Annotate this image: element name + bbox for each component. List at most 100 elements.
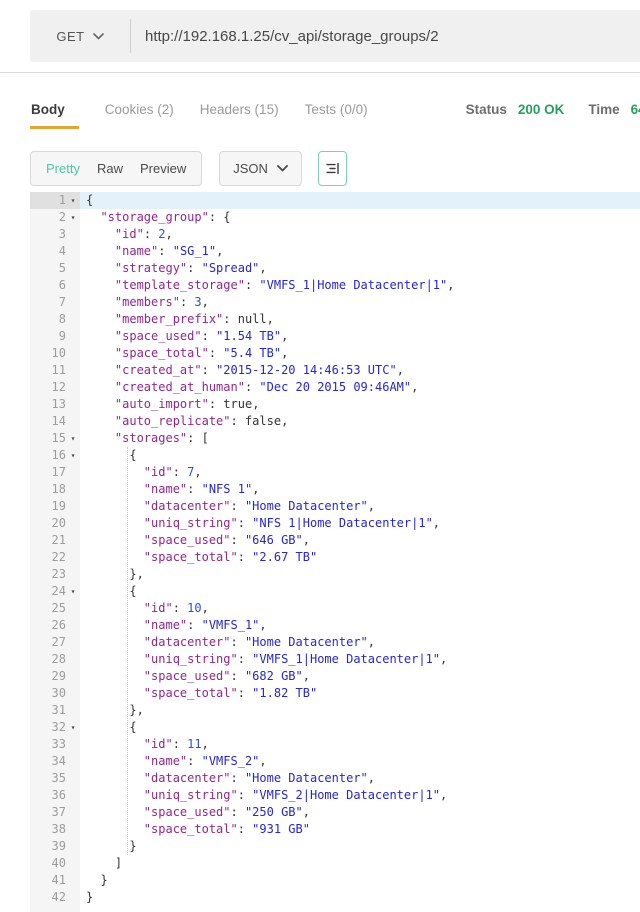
code-line-36[interactable]: 36 "uniq_string": "VMFS_2|Home Datacente… [30, 787, 640, 804]
code-text: "datacenter": "Home Datacenter", [80, 498, 640, 515]
code-text: } [80, 872, 640, 889]
code-line-37[interactable]: 37 "space_used": "250 GB", [30, 804, 640, 821]
code-line-15[interactable]: 15▾ "storages": [ [30, 430, 640, 447]
code-line-6[interactable]: 6 "template_storage": "VMFS_1|Home Datac… [30, 277, 640, 294]
line-number: 22 [52, 549, 66, 566]
code-text: "space_total": "931 GB" [80, 821, 640, 838]
line-number: 21 [52, 532, 66, 549]
line-number: 10 [52, 345, 66, 362]
code-line-28[interactable]: 28 "uniq_string": "VMFS_1|Home Datacente… [30, 651, 640, 668]
code-line-17[interactable]: 17 "id": 7, [30, 464, 640, 481]
line-number: 19 [52, 498, 66, 515]
code-text: "member_prefix": null, [80, 311, 640, 328]
code-text: "uniq_string": "VMFS_1|Home Datacenter|1… [80, 651, 640, 668]
view-mode-preview[interactable]: Preview [140, 161, 186, 176]
code-line-22[interactable]: 22 "space_total": "2.67 TB" [30, 549, 640, 566]
line-number: 18 [52, 481, 66, 498]
code-line-5[interactable]: 5 "strategy": "Spread", [30, 260, 640, 277]
code-line-12[interactable]: 12 "created_at_human": "Dec 20 2015 09:4… [30, 379, 640, 396]
code-line-18[interactable]: 18 "name": "NFS 1", [30, 481, 640, 498]
code-line-38[interactable]: 38 "space_total": "931 GB" [30, 821, 640, 838]
code-line-4[interactable]: 4 "name": "SG_1", [30, 243, 640, 260]
code-text: "id": 7, [80, 464, 640, 481]
code-line-21[interactable]: 21 "space_used": "646 GB", [30, 532, 640, 549]
tab-cookies[interactable]: Cookies (2) [105, 102, 174, 126]
code-line-1[interactable]: 1▾{ [30, 192, 640, 209]
code-text: "id": 10, [80, 600, 640, 617]
code-line-27[interactable]: 27 "datacenter": "Home Datacenter", [30, 634, 640, 651]
code-text: "space_used": "250 GB", [80, 804, 640, 821]
line-number: 42 [52, 889, 66, 906]
view-mode-raw[interactable]: Raw [97, 161, 123, 176]
code-text: ] [80, 855, 640, 872]
format-button[interactable] [318, 151, 347, 186]
response-body-editor[interactable]: 1▾{2▾ "storage_group": {3 "id": 2,4 "nam… [30, 192, 640, 912]
code-line-23[interactable]: 23 }, [30, 566, 640, 583]
code-line-9[interactable]: 9 "space_used": "1.54 TB", [30, 328, 640, 345]
code-line-19[interactable]: 19 "datacenter": "Home Datacenter", [30, 498, 640, 515]
code-line-29[interactable]: 29 "space_used": "682 GB", [30, 668, 640, 685]
code-line-40[interactable]: 40 ] [30, 855, 640, 872]
line-number: 24 [52, 583, 66, 600]
code-line-20[interactable]: 20 "uniq_string": "NFS 1|Home Datacenter… [30, 515, 640, 532]
line-number: 37 [52, 804, 66, 821]
view-mode-pretty[interactable]: Pretty [46, 161, 80, 176]
code-line-39[interactable]: 39 } [30, 838, 640, 855]
line-number-gutter: 24▾ [30, 583, 80, 600]
code-line-16[interactable]: 16▾ { [30, 447, 640, 464]
code-text: { [80, 447, 640, 464]
code-text: "storages": [ [80, 430, 640, 447]
code-line-11[interactable]: 11 "created_at": "2015-12-20 14:46:53 UT… [30, 362, 640, 379]
line-number: 9 [59, 328, 66, 345]
code-line-24[interactable]: 24▾ { [30, 583, 640, 600]
method-dropdown[interactable]: GET [30, 29, 130, 44]
line-number: 39 [52, 838, 66, 855]
code-text: { [80, 583, 640, 600]
line-number-gutter: 17 [30, 464, 80, 481]
line-number: 23 [52, 566, 66, 583]
code-line-14[interactable]: 14 "auto_replicate": false, [30, 413, 640, 430]
line-number: 34 [52, 753, 66, 770]
code-line-26[interactable]: 26 "name": "VMFS_1", [30, 617, 640, 634]
fold-arrow-icon[interactable]: ▾ [66, 209, 80, 226]
line-number-gutter: 23 [30, 566, 80, 583]
language-dropdown[interactable]: JSON [219, 151, 302, 186]
fold-arrow-icon[interactable]: ▾ [66, 192, 80, 209]
line-number: 38 [52, 821, 66, 838]
line-number-gutter: 3 [30, 226, 80, 243]
line-number-gutter: 10 [30, 345, 80, 362]
fold-arrow-icon[interactable]: ▾ [66, 447, 80, 464]
code-line-41[interactable]: 41 } [30, 872, 640, 889]
tab-body[interactable]: Body [30, 102, 79, 129]
fold-arrow-icon[interactable]: ▾ [66, 430, 80, 447]
code-line-33[interactable]: 33 "id": 11, [30, 736, 640, 753]
code-text: "name": "NFS 1", [80, 481, 640, 498]
line-number: 29 [52, 668, 66, 685]
line-number: 4 [59, 243, 66, 260]
code-line-42[interactable]: 42} [30, 889, 640, 906]
line-number-gutter: 14 [30, 413, 80, 430]
line-number: 5 [59, 260, 66, 277]
code-line-30[interactable]: 30 "space_total": "1.82 TB" [30, 685, 640, 702]
url-input[interactable] [131, 28, 640, 45]
tab-tests[interactable]: Tests (0/0) [305, 102, 368, 126]
tab-headers[interactable]: Headers (15) [200, 102, 279, 126]
code-line-32[interactable]: 32▾ { [30, 719, 640, 736]
code-line-2[interactable]: 2▾ "storage_group": { [30, 209, 640, 226]
code-line-34[interactable]: 34 "name": "VMFS_2", [30, 753, 640, 770]
code-line-10[interactable]: 10 "space_total": "5.4 TB", [30, 345, 640, 362]
line-number: 27 [52, 634, 66, 651]
code-line-25[interactable]: 25 "id": 10, [30, 600, 640, 617]
code-line-3[interactable]: 3 "id": 2, [30, 226, 640, 243]
code-line-13[interactable]: 13 "auto_import": true, [30, 396, 640, 413]
code-line-7[interactable]: 7 "members": 3, [30, 294, 640, 311]
line-number-gutter: 30 [30, 685, 80, 702]
fold-arrow-icon[interactable]: ▾ [66, 719, 80, 736]
code-line-31[interactable]: 31 }, [30, 702, 640, 719]
fold-arrow-icon[interactable]: ▾ [66, 583, 80, 600]
line-number-gutter: 9 [30, 328, 80, 345]
line-number-gutter: 33 [30, 736, 80, 753]
code-line-35[interactable]: 35 "datacenter": "Home Datacenter", [30, 770, 640, 787]
line-number: 2 [59, 209, 66, 226]
code-line-8[interactable]: 8 "member_prefix": null, [30, 311, 640, 328]
